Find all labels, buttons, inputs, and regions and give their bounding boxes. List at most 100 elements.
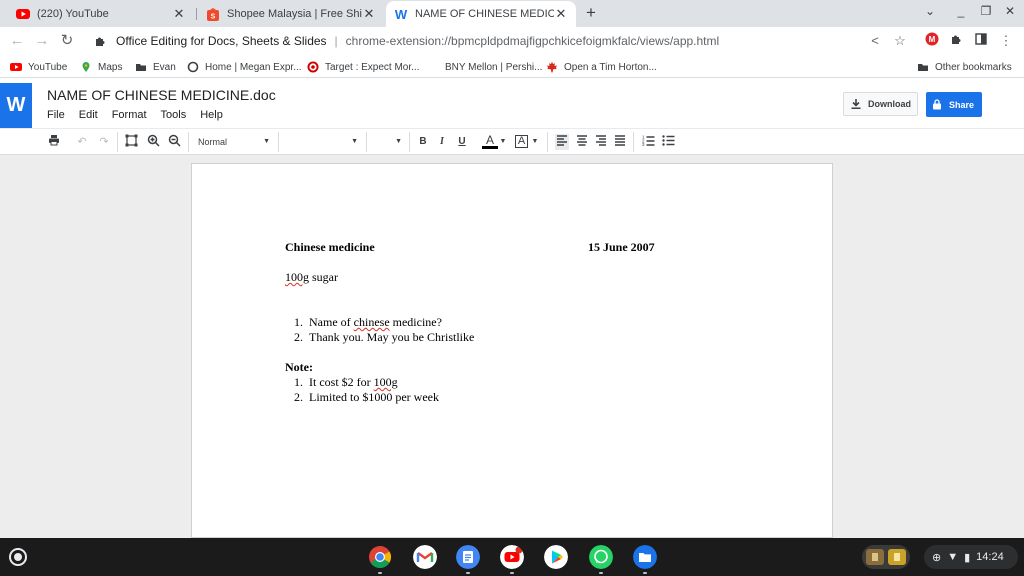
bookmark-maps[interactable]: Maps: [80, 59, 122, 75]
share-icon[interactable]: <: [866, 32, 884, 50]
tab-document[interactable]: W NAME OF CHINESE MEDICINE.d ✕: [386, 1, 576, 27]
url-text: chrome-extension://bpmcpldpdmajfigpchkic…: [345, 34, 720, 48]
font-size-select[interactable]: ▼: [374, 134, 402, 150]
chrome-icon[interactable]: [368, 545, 392, 569]
whatsapp-icon[interactable]: [589, 545, 613, 569]
caret-down-icon[interactable]: ▼: [531, 134, 539, 150]
forward-icon[interactable]: →: [33, 32, 51, 50]
font-family-select[interactable]: ▼: [286, 134, 358, 150]
back-icon[interactable]: ←: [8, 32, 26, 50]
app-header: W NAME OF CHINESE MEDICINE.doc File Edit…: [0, 78, 1024, 128]
bookmark-youtube[interactable]: YouTube: [10, 59, 67, 75]
list-text: medicine?: [389, 315, 442, 329]
close-icon[interactable]: ✕: [362, 6, 376, 22]
tab-youtube[interactable]: (220) YouTube ✕: [8, 1, 194, 27]
numbered-list-icon[interactable]: 123: [641, 134, 655, 150]
paragraph-style-select[interactable]: Normal ▼: [198, 134, 270, 150]
zoom-in-icon[interactable]: [146, 134, 160, 150]
caret-down-icon: ▼: [395, 138, 402, 145]
close-icon[interactable]: ✕: [554, 6, 568, 22]
tab-search-icon[interactable]: ⌄: [921, 4, 939, 18]
format-toolbar: ↶ ↷ Normal ▼ ▼ ▼ B I U A ▼ A ▼ 123: [0, 128, 1024, 155]
bulleted-list-icon[interactable]: [661, 134, 675, 150]
reload-icon[interactable]: ↻: [58, 32, 76, 50]
zoom-out-icon[interactable]: [167, 134, 181, 150]
folder-icon: [918, 64, 928, 71]
circle-icon: [187, 61, 199, 73]
tab-title: (220) YouTube: [37, 8, 109, 20]
list-number: 2.: [294, 390, 303, 404]
align-left-icon[interactable]: [555, 134, 569, 150]
undo-icon[interactable]: ↶: [75, 134, 89, 150]
justify-icon[interactable]: [613, 134, 627, 150]
menu-tools[interactable]: Tools: [161, 109, 187, 121]
side-panel-icon[interactable]: [972, 32, 990, 50]
extension-m-icon[interactable]: M: [923, 32, 941, 50]
menu-bar: File Edit Format Tools Help: [47, 109, 237, 121]
star-icon[interactable]: ☆: [891, 32, 909, 50]
tab-title: Shopee Malaysia | Free Shipping: [227, 8, 362, 20]
lock-icon: [933, 99, 941, 110]
minimize-icon[interactable]: _: [952, 4, 970, 18]
heading-left: Chinese medicine: [285, 240, 375, 254]
bookmark-bny[interactable]: BNY Mellon | Pershi...: [445, 59, 542, 75]
youtube-icon[interactable]: [500, 545, 524, 569]
bookmark-megan[interactable]: Home | Megan Expr...: [187, 59, 302, 75]
clock: 14:24: [976, 551, 1004, 563]
play-store-icon[interactable]: [544, 545, 568, 569]
tab-title: NAME OF CHINESE MEDICINE.d: [415, 8, 554, 20]
menu-help[interactable]: Help: [200, 109, 223, 121]
close-window-icon[interactable]: ✕: [1001, 4, 1019, 18]
document-title[interactable]: NAME OF CHINESE MEDICINE.doc: [47, 87, 276, 103]
battery-icon: ▮: [964, 551, 971, 564]
bookmark-other[interactable]: Other bookmarks: [917, 59, 1012, 75]
align-center-icon[interactable]: [575, 134, 589, 150]
target-icon: [307, 61, 319, 73]
svg-text:W: W: [395, 7, 408, 21]
redo-icon[interactable]: ↷: [97, 134, 111, 150]
style-value: Normal: [198, 137, 228, 147]
more-menu-icon[interactable]: ⋮: [997, 32, 1015, 50]
bookmark-evan[interactable]: Evan: [135, 59, 176, 75]
menu-format[interactable]: Format: [112, 109, 147, 121]
fit-page-icon[interactable]: [124, 134, 138, 150]
bookmark-tim-hortons[interactable]: Open a Tim Horton...: [546, 59, 657, 75]
print-icon[interactable]: [47, 134, 61, 150]
download-button[interactable]: Download: [843, 92, 918, 116]
extensions-icon[interactable]: [947, 32, 965, 50]
share-label: Share: [949, 99, 975, 110]
menu-file[interactable]: File: [47, 109, 65, 121]
address-bar[interactable]: Office Editing for Docs, Sheets & Slides…: [84, 30, 910, 52]
bookmark-target[interactable]: Target : Expect Mor...: [307, 59, 419, 75]
list-number: 2.: [294, 330, 303, 344]
files-icon[interactable]: [633, 545, 657, 569]
text-color-button[interactable]: A: [482, 134, 498, 149]
caret-down-icon[interactable]: ▼: [499, 134, 507, 150]
bold-button[interactable]: B: [417, 134, 429, 150]
tab-shopee[interactable]: S Shopee Malaysia | Free Shipping ✕: [198, 1, 384, 27]
menu-edit[interactable]: Edit: [79, 109, 98, 121]
italic-button[interactable]: I: [436, 134, 448, 150]
new-tab-button[interactable]: +: [581, 3, 601, 23]
list-item: 2. Thank you. May you be Christlike: [285, 330, 474, 345]
word-logo: W: [0, 83, 32, 128]
document-page[interactable]: Chinese medicine 15 June 2007 100g sugar…: [191, 163, 833, 538]
gmail-icon[interactable]: [413, 545, 437, 569]
launcher-icon[interactable]: [9, 548, 27, 566]
running-indicator: [466, 572, 470, 574]
holding-space[interactable]: [862, 545, 910, 569]
toolbar-divider: [278, 132, 279, 152]
close-icon[interactable]: ✕: [172, 6, 186, 22]
list-text: Name of: [309, 315, 354, 329]
docs-icon[interactable]: [456, 545, 480, 569]
restore-icon[interactable]: ❐: [977, 4, 995, 18]
share-button[interactable]: Share: [926, 92, 982, 117]
download-icon: [851, 99, 861, 109]
download-label: Download: [868, 99, 911, 109]
status-tray[interactable]: ⊕ ▼ ▮ 14:24: [924, 545, 1018, 569]
bookmark-label: Home | Megan Expr...: [205, 61, 302, 73]
underline-button[interactable]: U: [456, 134, 468, 150]
align-right-icon[interactable]: [594, 134, 608, 150]
highlight-color-button[interactable]: A: [515, 135, 528, 148]
bookmark-label: YouTube: [28, 61, 68, 73]
